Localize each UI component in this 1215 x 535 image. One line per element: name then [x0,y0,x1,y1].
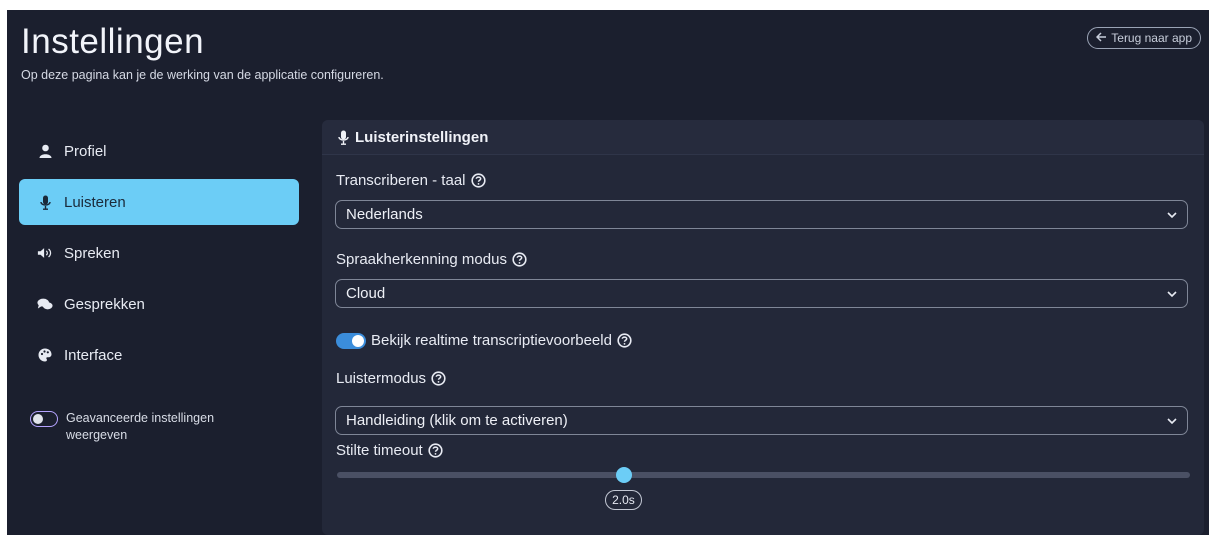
advanced-settings-toggle[interactable] [30,411,58,427]
arrow-left-icon [1096,31,1107,45]
sidebar-item-interface[interactable]: Interface [19,332,299,378]
help-icon[interactable] [470,173,486,188]
panel-header: Luisterinstellingen [322,120,1204,155]
back-to-app-button[interactable]: Terug naar app [1087,27,1201,49]
advanced-settings-label: Geavanceerde instellingen weergeven [66,411,215,442]
page-subtitle: Op deze pagina kan je de werking van de … [21,68,384,82]
help-icon[interactable] [428,443,443,458]
recognition-mode-select[interactable]: Cloud [335,279,1188,308]
recognition-mode-label: Spraakherkenning modus [336,251,507,268]
chevron-down-icon [1167,285,1177,302]
sidebar-item-label: Spreken [64,244,120,262]
realtime-preview-toggle[interactable] [336,332,366,349]
sidebar-item-label: Gesprekken [64,295,145,313]
realtime-preview-row: Bekijk realtime transcriptievoorbeeld [336,332,632,349]
help-icon[interactable] [431,371,446,386]
user-icon [37,144,53,158]
listen-mode-select[interactable]: Handleiding (klik om te activeren) [335,406,1188,435]
silence-timeout-slider-thumb[interactable] [615,467,632,483]
help-icon[interactable] [512,252,527,267]
sidebar-item-luisteren[interactable]: Luisteren [19,179,299,225]
transcribe-language-label-row: Transcriberen - taal [336,172,486,189]
advanced-settings-toggle-row: Geavanceerde instellingen weergeven [30,410,256,444]
help-icon[interactable] [617,333,632,348]
recognition-mode-label-row: Spraakherkenning modus [336,251,527,268]
speaker-icon [37,246,53,260]
silence-timeout-value: 2.0s [605,490,642,510]
sidebar-item-label: Luisteren [64,193,126,211]
sidebar-item-label: Profiel [64,142,107,160]
listening-settings-panel: Luisterinstellingen Transcriberen - taal… [322,120,1204,535]
recognition-mode-value: Cloud [346,285,386,302]
sidebar-item-gesprekken[interactable]: Gesprekken [19,281,299,327]
transcribe-language-select[interactable]: Nederlands [335,200,1188,229]
silence-timeout-label: Stilte timeout [336,442,423,459]
listen-mode-label: Luistermodus [336,370,427,387]
microphone-icon [37,195,53,210]
sidebar-item-label: Interface [64,346,123,364]
page-title: Instellingen [21,22,205,61]
transcribe-language-label: Transcriberen - taal [336,172,466,189]
settings-page: Instellingen Op deze pagina kan je de we… [7,10,1209,535]
microphone-icon [338,130,349,145]
chevron-down-icon [1167,206,1177,223]
listen-mode-value: Handleiding (klik om te activeren) [346,412,568,429]
transcribe-language-value: Nederlands [346,206,423,223]
back-button-label: Terug naar app [1111,31,1192,45]
chat-icon [37,297,53,311]
sidebar-item-spreken[interactable]: Spreken [19,230,299,276]
listen-mode-label-row: Luistermodus [336,370,446,387]
sidebar-item-profiel[interactable]: Profiel [19,128,299,174]
chevron-down-icon [1167,412,1177,429]
panel-title: Luisterinstellingen [355,128,489,146]
settings-sidebar: Profiel Luisteren Spreken Gesprekken Int… [7,120,312,535]
realtime-preview-label: Bekijk realtime transcriptievoorbeeld [371,332,612,349]
palette-icon [37,348,53,362]
silence-timeout-label-row: Stilte timeout [336,442,443,459]
silence-timeout-slider[interactable] [337,472,1190,478]
